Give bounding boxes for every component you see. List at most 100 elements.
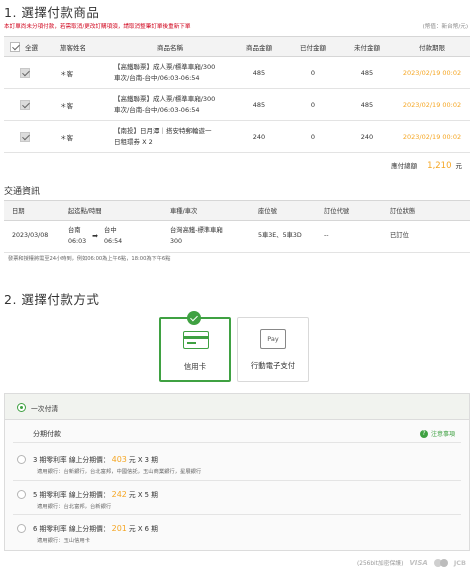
total-label: 應付總額 [391, 162, 418, 170]
installment-option-5[interactable]: 5 期零利率 線上分期價： 242 元 X 5 期 適用銀行：台北富邦，台新銀行 [5, 484, 469, 514]
payment-footer: (256bit加密保護) VISA JCB [357, 558, 466, 567]
paid-header: 已付金額 [286, 36, 340, 57]
train-header: 車種/車次 [162, 200, 250, 221]
payment-deadline: 2023/02/19 00:02 [394, 88, 470, 121]
train-info: 台灣高鐵-標準車廂 300 [162, 220, 250, 253]
route-times: 台南 06:03 ➡ 台中 06:54 [60, 220, 162, 253]
products-table: 全選 旅客姓名 商品名稱 商品金額 已付金額 未付金額 付款期限 ＊客 【高鐵聯… [4, 36, 470, 153]
installment-price: 201 [111, 524, 127, 533]
from-time: 06:03 [68, 237, 87, 245]
seat-number: 5車3E、5車3D [250, 220, 316, 253]
visa-logo-icon: VISA [409, 558, 428, 567]
traveler-name: ＊客 [52, 88, 108, 121]
divider [13, 442, 461, 443]
traveler-header: 旅客姓名 [52, 36, 108, 57]
selected-check-icon [187, 311, 201, 325]
currency-unit-note: (幣值：新台幣/元) [422, 24, 468, 30]
installment-option-3[interactable]: 3 期零利率 線上分期價： 403 元 X 3 期 適用銀行：台新銀行，台北富邦，中… [5, 449, 469, 479]
section-title-products: 1. 選擇付款商品 [4, 5, 100, 20]
to-station: 台中 [104, 227, 117, 234]
route-header: 起迄點/時間 [60, 200, 162, 221]
section-title-payment: 2. 選擇付款方式 [4, 292, 100, 307]
installment-title: 分期付款 [33, 430, 61, 438]
total-unit: 元 [455, 162, 463, 170]
unpaid-amount: 485 [340, 56, 394, 89]
arrow-right-icon: ➡ [92, 232, 99, 241]
product-name: 【高鐵聯票】成人票/標準車廂/300 車次/台南-台中/06:03-06:54 [108, 56, 232, 89]
mastercard-logo-icon [433, 558, 448, 567]
credit-card-icon [183, 331, 209, 349]
total-due: 應付總額 1,210 元 [391, 160, 462, 171]
installment-price-line: 5 期零利率 線上分期價： 242 元 X 5 期 [33, 490, 158, 499]
item-checkbox[interactable] [20, 131, 30, 142]
unpaid-header: 未付金額 [340, 36, 394, 57]
deadline-header: 付款期限 [394, 36, 470, 57]
ssl-note: (256bit加密保護) [357, 561, 404, 567]
product-name: 【南投】日月潭｜搭安特郵輪遊一 日租環券 X 2 [108, 120, 232, 153]
item-checkbox[interactable] [20, 99, 30, 110]
installment-price-line: 3 期零利率 線上分期價： 403 元 X 3 期 [33, 455, 158, 464]
lump-sum-option[interactable]: 一次付清 [5, 394, 469, 420]
paid-amount: 0 [286, 88, 340, 121]
installment-price: 242 [111, 490, 127, 499]
installment-option-6[interactable]: 6 期零利率 線上分期價： 201 元 X 6 期 適用銀行：玉山信用卡 [5, 518, 469, 548]
table-row: ＊客 【高鐵聯票】成人票/標準車廂/300 車次/台南-台中/06:03-06:5… [4, 88, 470, 121]
travel-date: 2023/03/08 [4, 220, 60, 253]
paid-amount: 0 [286, 120, 340, 153]
unpaid-amount: 240 [340, 120, 394, 153]
applicable-banks: 適用銀行：台北富邦，台新銀行 [37, 504, 112, 510]
total-amount: 1,210 [427, 161, 452, 171]
to-time: 06:54 [104, 237, 123, 245]
payment-method-label: 行動電子支付 [250, 361, 296, 370]
seat-header: 座位號 [250, 200, 316, 221]
status-header: 訂位狀態 [382, 200, 470, 221]
installment-panel: 一次付清 分期付款 ? 注意事項 3 期零利率 線上分期價： 403 元 X 3 期 … [4, 393, 470, 551]
order-warning-text: 本訂單尚未分項付款，若需取消/更改訂購項須，請取消整筆訂單後重新下單 [4, 24, 191, 30]
installment-radio[interactable] [17, 490, 26, 499]
payment-method-mobile-pay[interactable]: Pay 行動電子支付 [237, 317, 309, 382]
amount-header: 商品金額 [232, 36, 286, 57]
product-amount: 485 [232, 56, 286, 89]
lump-sum-radio[interactable] [17, 403, 26, 412]
installment-price: 403 [111, 455, 127, 464]
table-row: ＊客 【南投】日月潭｜搭安特郵輪遊一 日租環券 X 2 240 0 240 202… [4, 120, 470, 153]
installment-radio[interactable] [17, 455, 26, 464]
traveler-name: ＊客 [52, 120, 108, 153]
from-station: 台南 [68, 227, 81, 234]
seat-code: -- [316, 220, 382, 253]
product-amount: 485 [232, 88, 286, 121]
divider [13, 480, 461, 481]
lump-sum-label: 一次付清 [31, 405, 59, 413]
product-header: 商品名稱 [108, 36, 232, 57]
select-all-header[interactable]: 全選 [4, 36, 52, 57]
payment-deadline: 2023/02/19 00:02 [394, 120, 470, 153]
divider [13, 514, 461, 515]
notice-link[interactable]: ? 注意事項 [419, 429, 455, 438]
installment-radio[interactable] [17, 524, 26, 533]
select-all-label: 全選 [25, 43, 38, 52]
date-header: 日期 [4, 200, 60, 221]
product-amount: 240 [232, 120, 286, 153]
pay-icon: Pay [260, 329, 286, 349]
paid-amount: 0 [286, 56, 340, 89]
traveler-name: ＊客 [52, 56, 108, 89]
installment-price-line: 6 期零利率 線上分期價： 201 元 X 6 期 [33, 524, 158, 533]
payment-method-label: 信用卡 [183, 362, 207, 371]
transport-note: 發票和授權將需至24小時到，例如06:00為上午6點，18:00為下午6點 [8, 256, 171, 262]
unpaid-amount: 485 [340, 88, 394, 121]
table-row: ＊客 【高鐵聯票】成人票/標準車廂/300 車次/台南-台中/06:03-06:5… [4, 56, 470, 89]
table-row: 2023/03/08 台南 06:03 ➡ 台中 06:54 台灣高鐵-標準車廂 30… [4, 220, 470, 253]
payment-method-credit-card[interactable]: 信用卡 [159, 317, 231, 382]
transport-table: 日期 起迄點/時間 車種/車次 座位號 訂位代號 訂位狀態 2023/03/08… [4, 200, 470, 253]
product-name: 【高鐵聯票】成人票/標準車廂/300 車次/台南-台中/06:03-06:54 [108, 88, 232, 121]
seat-code-header: 訂位代號 [316, 200, 382, 221]
question-icon: ? [419, 429, 428, 438]
select-all-checkbox[interactable] [10, 41, 20, 52]
item-checkbox[interactable] [20, 67, 30, 78]
applicable-banks: 適用銀行：台新銀行，台北富邦，中國信託，玉山商業銀行，星展銀行 [37, 469, 202, 475]
payment-deadline: 2023/02/19 00:02 [394, 56, 470, 89]
jcb-logo-icon: JCB [453, 558, 466, 567]
booking-status: 已訂位 [382, 220, 470, 253]
applicable-banks: 適用銀行：玉山信用卡 [37, 538, 90, 544]
transport-section-title: 交通資訊 [4, 187, 41, 197]
